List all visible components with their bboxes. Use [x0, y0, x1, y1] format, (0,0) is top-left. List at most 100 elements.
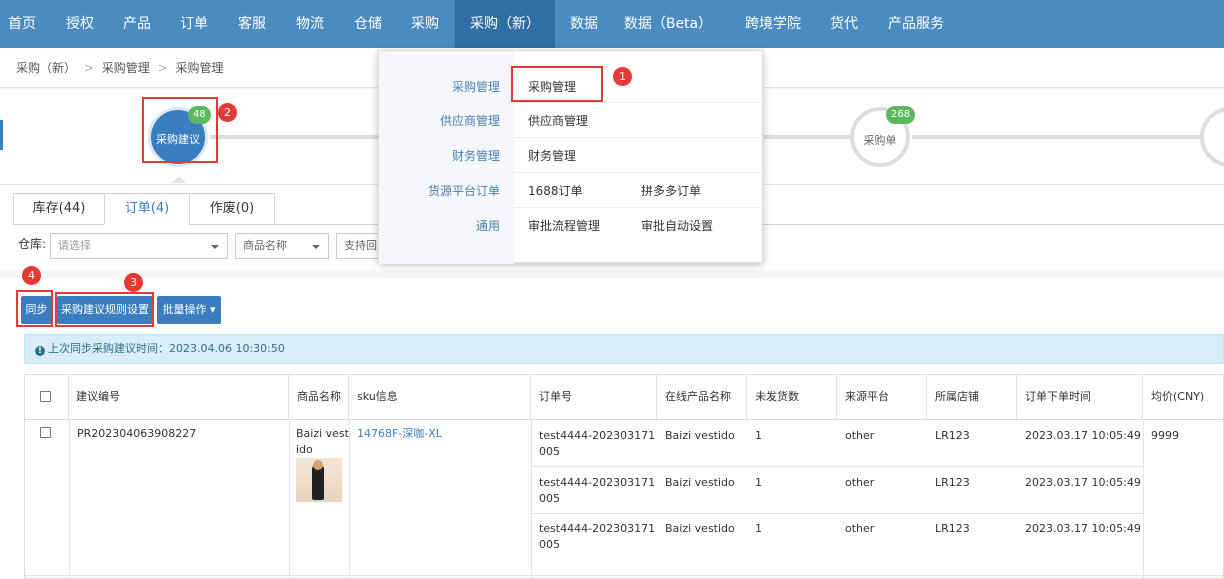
header-platform: 来源平台 — [837, 375, 927, 419]
annotation-box-3 — [55, 292, 154, 327]
product-image[interactable] — [296, 458, 342, 502]
order-no: test4444-202303171005 — [539, 476, 656, 505]
info-icon: ! — [35, 346, 45, 356]
menu-divider — [514, 137, 764, 138]
side-indicator — [0, 120, 3, 150]
annotation-number: 4 — [22, 266, 41, 285]
nav-item-product-service[interactable]: 产品服务 — [880, 0, 952, 48]
sync-info-alert: ! 上次同步采购建议时间：2023.04.06 10:30:50 — [24, 334, 1224, 364]
nav-item-forwarder[interactable]: 货代 — [822, 0, 866, 48]
menu-divider — [514, 172, 764, 173]
nav-item-product[interactable]: 产品 — [112, 0, 162, 48]
platform: other — [845, 522, 875, 535]
breadcrumb-sep: > — [157, 61, 168, 75]
dd-cat-supplier: 供应商管理 — [439, 114, 500, 128]
annotation-number: 2 — [218, 103, 237, 122]
row-divider — [531, 513, 1143, 514]
header-order-no: 订单号 — [531, 375, 657, 419]
store: LR123 — [935, 429, 970, 442]
nav-item-data[interactable]: 数据 — [560, 0, 608, 48]
nav-item-logistics[interactable]: 物流 — [284, 0, 336, 48]
search-placeholder: 支持回 — [344, 239, 377, 252]
tab-stock[interactable]: 库存(44) — [13, 193, 105, 225]
col-divider — [349, 419, 350, 578]
product-name-select[interactable]: 商品名称 — [235, 233, 329, 259]
order-no: test4444-202303171005 — [539, 522, 656, 551]
nav-item-order[interactable]: 订单 — [168, 0, 220, 48]
nav-item-academy[interactable]: 跨境学院 — [735, 0, 811, 48]
warehouse-select[interactable]: 请选择 — [50, 233, 228, 259]
top-nav: 首页 授权 产品 订单 客服 物流 仓储 采购 采购（新） 数据 数据（Beta… — [0, 0, 1224, 48]
header-divider — [25, 419, 1223, 420]
header-qty: 未发货数 — [747, 375, 837, 419]
header-avg-price: 均价(CNY) — [1151, 390, 1205, 403]
product-name-option: 商品名称 — [243, 239, 287, 252]
menu-divider — [514, 102, 764, 103]
nav-item-warehouse[interactable]: 仓储 — [342, 0, 394, 48]
online-name: Baizi vestido — [665, 476, 735, 489]
nav-item-data-beta[interactable]: 数据（Beta） — [618, 0, 718, 48]
sku-link[interactable]: 14768F-深咖-XL — [349, 426, 442, 442]
order-time: 2023.03.17 10:05:49 — [1025, 429, 1141, 442]
step-caret-icon — [172, 176, 186, 183]
step-next[interactable]: 采 — [1200, 107, 1224, 167]
order-time: 2023.03.17 10:05:49 — [1025, 476, 1141, 489]
product-name: Baizi vestido — [296, 427, 349, 456]
menu-item-approval-flow[interactable]: 审批流程管理 — [528, 217, 600, 234]
suggestion-table: 建议编号 商品名称 sku信息 订单号 在线产品名称 未发货数 来源平台 所属店… — [24, 374, 1224, 579]
qty: 1 — [755, 522, 762, 535]
menu-item-1688-orders[interactable]: 1688订单 — [528, 182, 583, 199]
batch-action-button[interactable]: 批量操作 ▾ — [157, 296, 221, 324]
step-badge: 268 — [886, 106, 916, 124]
annotation-box-4 — [16, 290, 53, 327]
warehouse-placeholder: 请选择 — [58, 239, 91, 252]
row-divider — [531, 466, 1143, 467]
dd-cat-source-orders: 货源平台订单 — [427, 184, 500, 198]
nav-item-service[interactable]: 客服 — [226, 0, 278, 48]
dd-cat-purchase-mgmt: 采购管理 — [451, 80, 500, 94]
qty: 1 — [755, 429, 762, 442]
header-sku: sku信息 — [349, 375, 531, 419]
store: LR123 — [935, 476, 970, 489]
annotation-number: 1 — [613, 67, 632, 86]
nav-item-purchase-new[interactable]: 采购（新） — [455, 0, 555, 48]
header-select-all — [25, 375, 69, 419]
annotation-box-1 — [511, 66, 603, 102]
dd-cat-general: 通用 — [475, 219, 500, 233]
menu-item-approval-auto[interactable]: 审批自动设置 — [641, 217, 713, 234]
nav-item-purchase[interactable]: 采购 — [400, 0, 450, 48]
tab-orders[interactable]: 订单(4) — [104, 193, 190, 225]
chevron-down-icon — [312, 245, 320, 249]
breadcrumb-sep: > — [83, 61, 94, 75]
platform: other — [845, 476, 875, 489]
sync-info-text: 上次同步采购建议时间：2023.04.06 10:30:50 — [48, 342, 285, 355]
nav-item-home[interactable]: 首页 — [0, 0, 44, 48]
online-name: Baizi vestido — [665, 522, 735, 535]
menu-item-finance-mgmt[interactable]: 财务管理 — [528, 147, 576, 164]
col-divider — [69, 419, 70, 578]
row-divider — [25, 575, 1223, 576]
row-checkbox[interactable] — [40, 427, 51, 438]
menu-item-supplier-mgmt[interactable]: 供应商管理 — [528, 112, 588, 129]
breadcrumb-item[interactable]: 采购管理 — [102, 61, 150, 75]
annotation-box-2 — [142, 97, 218, 163]
suggestion-id: PR202304063908227 — [77, 427, 197, 440]
select-all-checkbox[interactable] — [40, 391, 51, 402]
menu-divider — [514, 207, 764, 208]
header-online-name: 在线产品名称 — [657, 375, 747, 419]
header-product-name: 商品名称 — [289, 375, 349, 419]
breadcrumb-item[interactable]: 采购（新） — [16, 61, 76, 75]
menu-item-pdd-orders[interactable]: 拼多多订单 — [641, 182, 701, 199]
tab-void[interactable]: 作废(0) — [189, 193, 275, 225]
nav-item-auth[interactable]: 授权 — [54, 0, 106, 48]
step-connector — [912, 135, 1202, 139]
platform: other — [845, 429, 875, 442]
header-id: 建议编号 — [69, 375, 289, 419]
chevron-down-icon — [211, 245, 219, 249]
breadcrumb-current: 采购管理 — [175, 61, 224, 75]
header-store: 所属店铺 — [927, 375, 1017, 419]
step-label: 采购单 — [863, 134, 897, 147]
header-order-time: 订单下单时间 — [1017, 375, 1143, 419]
warehouse-label: 仓库: — [18, 237, 47, 251]
product-figure-head — [313, 460, 323, 470]
